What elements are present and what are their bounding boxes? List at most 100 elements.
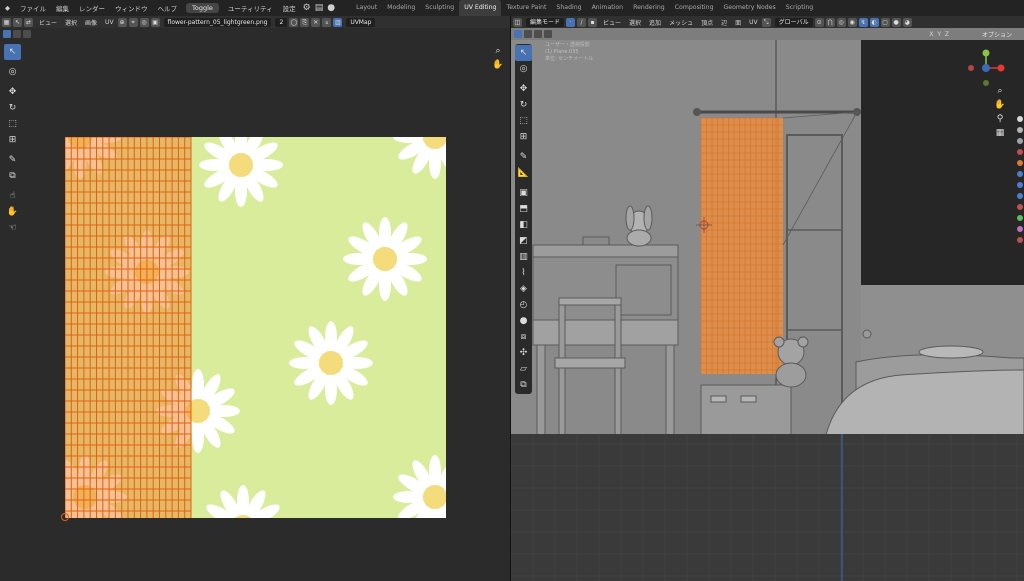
relax-icon[interactable]: ✋ [4,204,21,220]
rip-region-icon[interactable]: ⧉ [515,377,532,393]
rotate-icon[interactable]: ↻ [4,100,21,116]
edge-mode-icon[interactable]: / [577,17,587,27]
camera-view-icon[interactable]: ⚲ [994,114,1006,128]
tab-scripting[interactable]: Scripting [781,0,819,16]
toggle-button[interactable]: Toggle [186,3,219,13]
scene-prop-icon[interactable] [1016,149,1023,155]
select-box-icon[interactable]: ↖ [4,44,21,60]
edge-slide-icon[interactable]: ⧈ [515,329,532,345]
3d-viewport[interactable]: ◫ 編集モード · / ▪ ビュー 選択 追加 メッシュ 頂点 辺 面 UV ⤡… [511,16,1024,581]
menu-uv-3d[interactable]: UV [745,19,762,26]
shrink-fatten-icon[interactable]: ✣ [515,345,532,361]
menu-vertex[interactable]: 頂点 [697,18,717,27]
vertex-select-icon[interactable] [3,30,11,38]
extrude-icon[interactable]: ⬒ [515,201,532,217]
cursor-3d-icon[interactable]: ◎ [515,61,532,77]
move-icon[interactable]: ✥ [4,84,21,100]
select-mode-extend-icon[interactable] [524,30,532,38]
proportional-icon[interactable]: ◎ [139,17,149,27]
edge-select-icon[interactable] [13,30,21,38]
tab-animation[interactable]: Animation [587,0,629,16]
gear-icon[interactable]: ⚙ [301,3,313,13]
image-users-count[interactable]: 2 [275,17,288,27]
knife-icon[interactable]: ⌇ [515,265,532,281]
orientation-dropdown[interactable]: グローバル [774,17,813,27]
transform-3d-icon[interactable]: ⊞ [515,129,532,145]
new-image-icon[interactable]: ⎘ [300,17,310,27]
editor-type-3d-icon[interactable]: ◫ [513,17,522,27]
rip-icon[interactable]: ⧉ [4,168,21,184]
menu-face[interactable]: 面 [731,18,745,27]
select-box-3d-icon[interactable]: ↖ [515,45,532,61]
bevel-icon[interactable]: ◩ [515,233,532,249]
gizmo-toggle-icon[interactable]: ↯ [858,17,868,27]
rotate-3d-icon[interactable]: ↻ [515,97,532,113]
measure-icon[interactable]: 📐 [515,165,532,181]
menu-select[interactable]: 選択 [61,18,81,27]
editor-type-icon[interactable]: ▦ [2,17,11,27]
menu-utility[interactable]: ユーティリティ [223,3,278,13]
modifier-prop-icon[interactable] [1016,171,1023,177]
close-icon[interactable]: ✕ [311,17,321,27]
inset-icon[interactable]: ◧ [515,217,532,233]
pivot-point-icon[interactable]: ⊙ [814,17,824,27]
proportional-edit-icon[interactable]: ◎ [836,17,846,27]
tools-icon[interactable]: ▤ [313,3,326,13]
image-browse-icon[interactable]: ▣ [150,17,160,27]
tab-modeling[interactable]: Modeling [382,0,420,16]
menu-file[interactable]: ファイル [15,3,51,13]
render-prop-icon[interactable] [1016,127,1023,133]
mirror-z-toggle[interactable]: Z [945,31,949,38]
menu-view-3d[interactable]: ビュー [599,18,625,27]
menu-help[interactable]: ヘルプ [153,3,183,13]
menu-edge[interactable]: 辺 [717,18,731,27]
record-icon[interactable]: ● [325,3,337,13]
tab-uv-editing[interactable]: UV Editing [459,0,502,16]
select-mode-new-icon[interactable] [514,30,522,38]
menu-render[interactable]: レンダー [74,3,110,13]
options-dropdown[interactable]: オプション [982,30,1012,39]
uvmap-field[interactable]: UVMap [346,17,376,27]
physics-prop-icon[interactable] [1016,193,1023,199]
tab-geometry-nodes[interactable]: Geometry Nodes [719,0,781,16]
face-mode-icon[interactable]: ▪ [588,17,598,27]
display-icon[interactable]: ▥ [333,17,343,27]
pinch-icon[interactable]: ☜ [4,220,21,236]
mirror-x-toggle[interactable]: X [929,31,933,38]
blender-logo-icon[interactable]: ◆ [0,4,15,12]
annotate-icon[interactable]: ✎ [4,152,21,168]
uv-select-mode-icon[interactable]: ↖ [13,17,22,27]
tab-layout[interactable]: Layout [351,0,382,16]
particles-prop-icon[interactable] [1016,182,1023,188]
menu-edit[interactable]: 編集 [51,3,74,13]
annotate-3d-icon[interactable]: ✎ [515,149,532,165]
shear-icon[interactable]: ▱ [515,361,532,377]
move-3d-icon[interactable]: ✥ [515,81,532,97]
pivot-icon[interactable]: ⊕ [117,17,127,27]
shading-solid-icon[interactable]: ● [891,17,901,27]
scale-icon[interactable]: ⬚ [4,116,21,132]
sync-selection-icon[interactable]: ⇄ [24,17,33,27]
ortho-grid-icon[interactable]: ▦ [994,128,1006,142]
menu-select-3d[interactable]: 選択 [625,18,645,27]
select-mode-invert-icon[interactable] [544,30,552,38]
data-prop-icon[interactable] [1016,215,1023,221]
cursor-icon[interactable]: ◎ [4,64,21,80]
uv-editor[interactable]: ▦ ↖ ⇄ ビュー 選択 画像 UV ⊕ ⌖ ◎ ▣ flower-patter… [0,16,510,581]
output-prop-icon[interactable] [1016,138,1023,144]
menu-image[interactable]: 画像 [81,18,101,27]
tab-texture-paint[interactable]: Texture Paint [501,0,551,16]
scale-3d-icon[interactable]: ⬚ [515,113,532,129]
menu-mesh[interactable]: メッシュ [665,18,697,27]
zoom-icon[interactable]: ⌕ [492,46,504,60]
snap-magnet-icon[interactable]: ⋂ [825,17,835,27]
snap-icon[interactable]: ⌖ [128,17,138,27]
add-cube-icon[interactable]: ▣ [515,185,532,201]
image-name-field[interactable]: flower-pattern_05_lightgreen.png [163,17,272,27]
poly-build-icon[interactable]: ◈ [515,281,532,297]
tab-shading[interactable]: Shading [551,0,586,16]
uv-image-canvas[interactable] [65,137,446,518]
transform-orientation-icon[interactable]: ⤡ [761,17,771,27]
menu-view[interactable]: ビュー [35,18,61,27]
tab-sculpting[interactable]: Sculpting [420,0,459,16]
